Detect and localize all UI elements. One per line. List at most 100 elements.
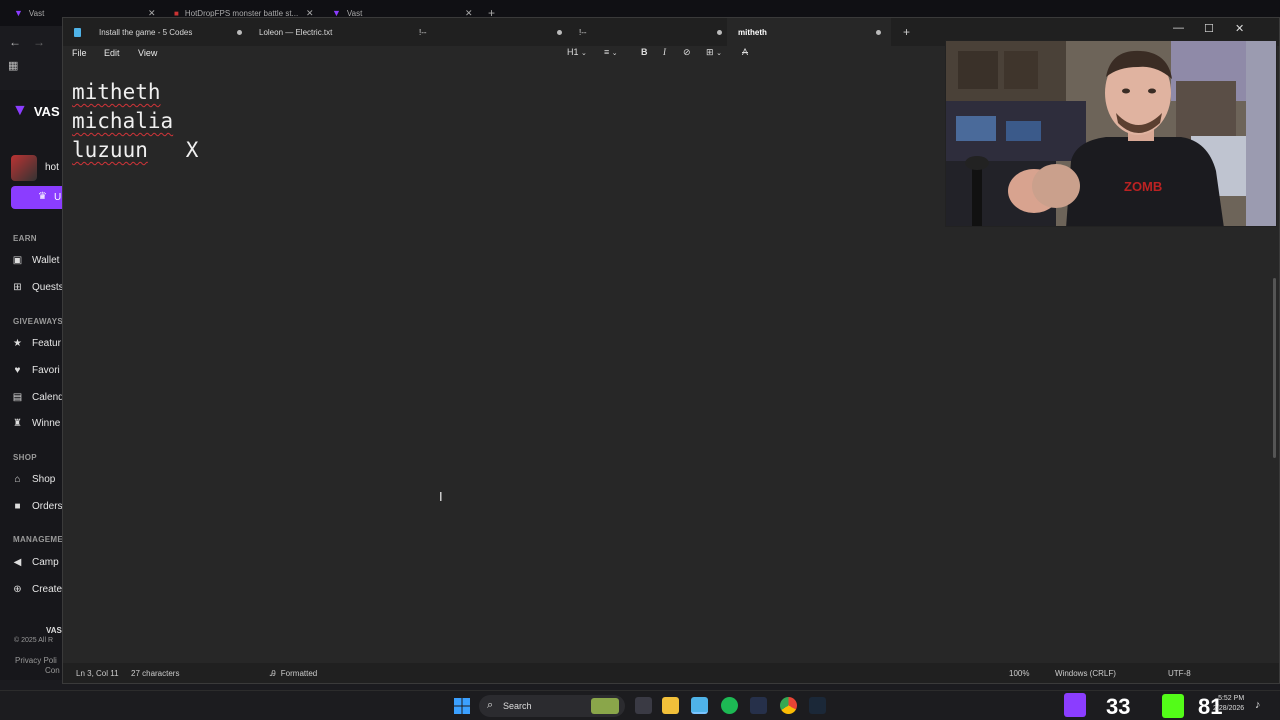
zoom-level[interactable]: 100% [1009, 669, 1029, 678]
task-view-icon[interactable] [635, 697, 652, 714]
steam-icon[interactable] [809, 697, 826, 714]
clock-date: 2/28/2026 [1213, 705, 1245, 712]
misspelled-word[interactable]: michalia [72, 109, 173, 133]
sidebar-item-featured[interactable]: ★ Featur [12, 338, 61, 349]
cursor-position[interactable]: Ln 3, Col 11 [76, 669, 119, 678]
avatar[interactable] [11, 155, 37, 181]
sidebar-item-calendar[interactable]: ▤ Calend [12, 392, 62, 403]
star-icon: ★ [13, 338, 22, 349]
system-clock[interactable]: 5:52 PM 2/28/2026 [1213, 694, 1244, 714]
orders-icon: ■ [14, 501, 21, 512]
heart-icon: ♥ [14, 365, 21, 376]
encoding[interactable]: UTF-8 [1168, 669, 1191, 678]
sidebar-item-wallet[interactable]: ▣ Wallet [12, 255, 60, 266]
sidebar-item-label: Shop [32, 474, 56, 485]
taskbar-search[interactable]: ⌕ Search [479, 695, 625, 717]
sidebar-item-label: Orders [32, 501, 62, 512]
unsaved-dot-icon [876, 30, 881, 35]
sidebar-item-winners[interactable]: ♜ Winne [12, 418, 60, 429]
notepad-taskbar-icon[interactable] [691, 697, 708, 714]
apps-grid-icon[interactable]: ▦ [8, 59, 18, 72]
menu-view[interactable]: View [138, 48, 157, 58]
unsaved-dot-icon [557, 30, 562, 35]
shirt-print: ZOMB [1124, 179, 1162, 194]
vast-logo-icon: ▼ [12, 102, 28, 119]
misspelled-word[interactable]: mitheth [72, 80, 161, 104]
sidebar-item-favorites[interactable]: ♥ Favori [12, 365, 60, 376]
user-name: hot [45, 162, 59, 173]
upgrade-button[interactable]: ♛ U [11, 186, 62, 209]
unsaved-dot-icon [237, 30, 242, 35]
hudfx-icon[interactable] [750, 697, 767, 714]
menu-edit[interactable]: Edit [104, 48, 120, 58]
forward-arrow-icon[interactable]: → [33, 35, 45, 49]
clock-time: 5:52 PM [1218, 695, 1245, 702]
copyright-text: © 2025 All R [14, 637, 54, 644]
list-icon: ≡ [604, 47, 610, 57]
format-icon: Ꭿ [270, 669, 276, 678]
sidebar-item-label: Winne [32, 418, 61, 429]
heading-dropdown[interactable]: H1 ⌄ [567, 47, 587, 57]
contact-link[interactable]: Con [45, 666, 60, 675]
misspelled-word[interactable]: luzuun [72, 138, 148, 162]
footer-brand: VAS [46, 626, 62, 635]
notepad-tab[interactable]: !-- [563, 18, 723, 46]
text-cursor-icon: I [439, 489, 443, 504]
new-tab-button[interactable]: + [903, 25, 910, 39]
vast-sidebar: ▼ VAS hot ♛ U EARN ▣ Wallet ⊞ Quests GIVEA… [0, 90, 62, 680]
heading-label: H1 [567, 47, 579, 57]
notepad-tab[interactable]: Install the game - 5 Codes [63, 18, 243, 46]
viewer-counter: 33 [1106, 694, 1131, 719]
maximize-button[interactable]: ☐ [1204, 22, 1214, 35]
format-label: Formatted [280, 669, 318, 678]
format-indicator[interactable]: Ꭿ Formatted [270, 669, 317, 679]
scrollbar-thumb[interactable] [1273, 278, 1276, 458]
section-giveaways: GIVEAWAYS [13, 317, 62, 326]
editor-line: mitheth [72, 80, 161, 104]
sidebar-item-campaigns[interactable]: ◀ Camp [12, 557, 59, 568]
browser-tab[interactable]: ▼ Vast ✕ [14, 4, 156, 22]
line-endings[interactable]: Windows (CRLF) [1055, 669, 1116, 678]
notepad-tab[interactable]: Loleon — Electric.txt [243, 18, 423, 46]
file-explorer-icon[interactable] [662, 697, 679, 714]
chrome-icon[interactable] [780, 697, 797, 714]
section-shop: SHOP [13, 453, 37, 462]
back-arrow-icon[interactable]: ← [9, 35, 21, 49]
sidebar-item-orders[interactable]: ■ Orders [12, 501, 62, 512]
italic-button[interactable]: I [663, 47, 666, 57]
bold-button[interactable]: B [641, 47, 648, 57]
unsaved-dot-icon [717, 30, 722, 35]
section-earn: EARN [13, 234, 37, 243]
windows-start-icon[interactable] [454, 698, 470, 714]
webcam-overlay: ZOMB [945, 40, 1277, 227]
notepad-tab-active[interactable]: mitheth [727, 18, 891, 46]
vast-brand-text: VAS [33, 103, 60, 119]
shop-icon: ⌂ [14, 474, 21, 485]
list-dropdown[interactable]: ≡ ⌄ [604, 47, 618, 57]
line-suffix: X [147, 138, 199, 162]
browser-nav: ← → ▦ [0, 26, 62, 82]
sidebar-item-shop[interactable]: ⌂ Shop [12, 474, 55, 485]
vast-logo[interactable]: ▼ VAS [12, 102, 60, 120]
webcam-feed-image: ZOMB [946, 41, 1276, 226]
table-icon: ⊞ [706, 47, 714, 57]
table-dropdown[interactable]: ⊞ ⌄ [706, 47, 722, 58]
notepad-tab[interactable]: !-- [403, 18, 563, 46]
notification-bell-icon[interactable]: ♪ [1255, 699, 1261, 711]
sidebar-item-label: Quests [32, 282, 62, 293]
kick-icon[interactable] [1162, 694, 1184, 718]
wallet-icon: ▣ [12, 255, 23, 266]
sidebar-item-create[interactable]: ⊕ Create [12, 584, 62, 595]
link-button[interactable]: ⊘ [683, 47, 691, 58]
notepad-tab-label: Loleon — Electric.txt [259, 27, 333, 37]
close-window-button[interactable]: ✕ [1235, 22, 1244, 35]
menu-file[interactable]: File [72, 48, 87, 58]
clear-formatting-button[interactable]: A [742, 47, 748, 57]
sidebar-item-quests[interactable]: ⊞ Quests [12, 282, 62, 293]
minimize-button[interactable]: — [1173, 22, 1184, 34]
twitch-icon[interactable] [1064, 693, 1086, 717]
megaphone-icon: ◀ [13, 557, 22, 568]
privacy-link[interactable]: Privacy Poli [15, 656, 57, 665]
sidebar-item-label: Camp [32, 557, 59, 568]
spotify-icon[interactable] [721, 697, 738, 714]
